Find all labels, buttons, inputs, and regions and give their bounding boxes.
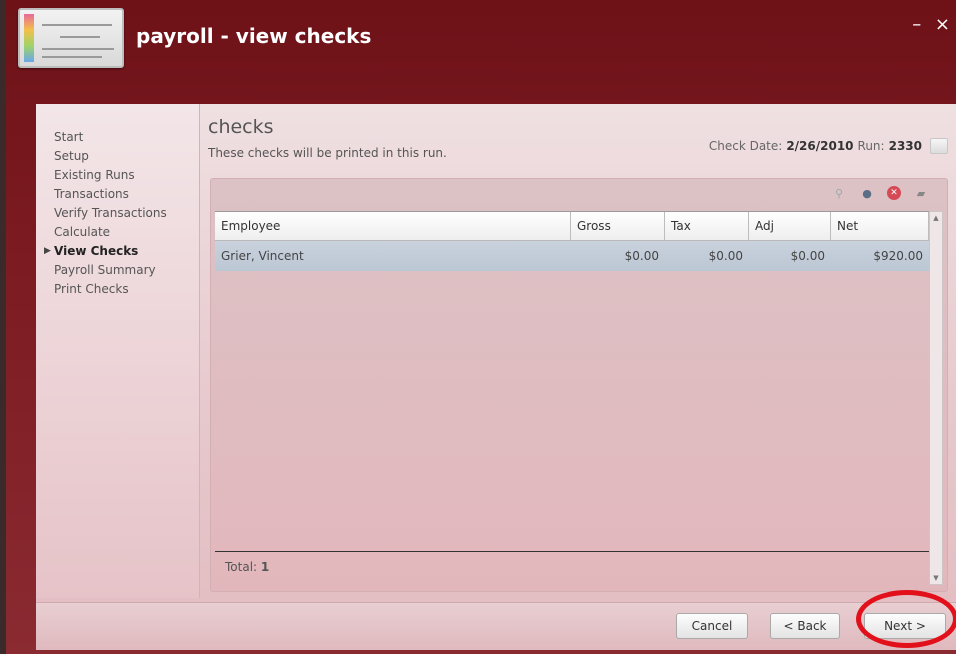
cell-net: $920.00 <box>873 249 923 263</box>
search-icon[interactable]: ⚲ <box>831 185 847 201</box>
nav-label: Setup <box>54 149 89 163</box>
checks-table: Employee Gross Tax Adj Net Grier, Vincen… <box>215 211 929 551</box>
page-subtitle: These checks will be printed in this run… <box>208 146 447 160</box>
employee-icon[interactable]: ● <box>859 185 875 201</box>
column-header-employee[interactable]: Employee <box>215 212 571 240</box>
current-step-arrow-icon: ▶ <box>44 246 51 256</box>
cell-tax: $0.00 <box>708 249 743 263</box>
page-title: checks <box>208 116 274 138</box>
run-label: Run: <box>857 139 885 153</box>
payroll-window: payroll - view checks – × Start Setup Ex… <box>0 0 956 654</box>
print-preview-icon[interactable] <box>930 138 948 154</box>
nav-item-view-checks[interactable]: ▶ View Checks <box>44 242 199 261</box>
table-header: Employee Gross Tax Adj Net <box>215 211 929 241</box>
nav-label: Print Checks <box>54 282 129 296</box>
column-header-adj[interactable]: Adj <box>749 212 831 240</box>
next-button[interactable]: Next > <box>864 613 946 639</box>
nav-item-transactions[interactable]: Transactions <box>54 185 199 204</box>
delete-icon[interactable]: ✕ <box>887 186 901 200</box>
window-title: payroll - view checks <box>136 24 372 48</box>
check-date-value: 2/26/2010 <box>786 139 854 153</box>
nav-label: Start <box>54 130 84 144</box>
nav-label: Transactions <box>54 187 129 201</box>
run-value: 2330 <box>888 139 922 153</box>
column-header-net[interactable]: Net <box>831 212 929 240</box>
cell-employee: Grier, Vincent <box>221 249 304 263</box>
nav-label: Verify Transactions <box>54 206 167 220</box>
scroll-up-icon[interactable]: ▲ <box>930 212 942 224</box>
window-controls[interactable]: – × <box>912 14 954 35</box>
vertical-scrollbar[interactable]: ▲ ▼ <box>929 211 943 585</box>
back-button[interactable]: < Back <box>770 613 840 639</box>
nav-item-calculate[interactable]: Calculate <box>54 223 199 242</box>
checks-grid-panel: ⚲ ● ✕ ▰ Employee Gross Tax Adj Net Grier… <box>210 178 948 592</box>
title-bar: payroll - view checks – × <box>6 0 956 100</box>
nav-item-start[interactable]: Start <box>54 128 199 147</box>
cancel-button[interactable]: Cancel <box>676 613 748 639</box>
nav-item-setup[interactable]: Setup <box>54 147 199 166</box>
table-row[interactable]: Grier, Vincent $0.00 $0.00 $0.00 $920.00 <box>215 241 929 271</box>
nav-label: Payroll Summary <box>54 263 156 277</box>
column-header-gross[interactable]: Gross <box>571 212 665 240</box>
nav-item-print-checks[interactable]: Print Checks <box>54 280 199 299</box>
checks-panel: checks These checks will be printed in t… <box>202 104 956 598</box>
scroll-down-icon[interactable]: ▼ <box>930 572 942 584</box>
nav-item-existing-runs[interactable]: Existing Runs <box>54 166 199 185</box>
grid-toolbar: ⚲ ● ✕ ▰ <box>831 185 929 201</box>
nav-label: Calculate <box>54 225 111 239</box>
total-label: Total: <box>225 560 258 574</box>
nav-label: View Checks <box>54 244 139 258</box>
button-bar: Cancel < Back Next > <box>36 602 956 650</box>
wizard-content: Start Setup Existing Runs Transactions V… <box>36 104 956 650</box>
check-info: Check Date: 2/26/2010 Run: 2330 <box>709 138 948 154</box>
column-header-tax[interactable]: Tax <box>665 212 749 240</box>
cell-adj: $0.00 <box>790 249 825 263</box>
cell-gross: $0.00 <box>624 249 659 263</box>
nav-item-verify-transactions[interactable]: Verify Transactions <box>54 204 199 223</box>
wizard-steps: Start Setup Existing Runs Transactions V… <box>36 104 200 598</box>
eraser-icon[interactable]: ▰ <box>913 185 929 201</box>
table-footer: Total: 1 <box>215 551 929 582</box>
check-date-label: Check Date: <box>708 139 783 153</box>
app-logo <box>18 8 124 68</box>
nav-label: Existing Runs <box>54 168 135 182</box>
total-value: 1 <box>260 560 270 574</box>
nav-item-payroll-summary[interactable]: Payroll Summary <box>54 261 199 280</box>
